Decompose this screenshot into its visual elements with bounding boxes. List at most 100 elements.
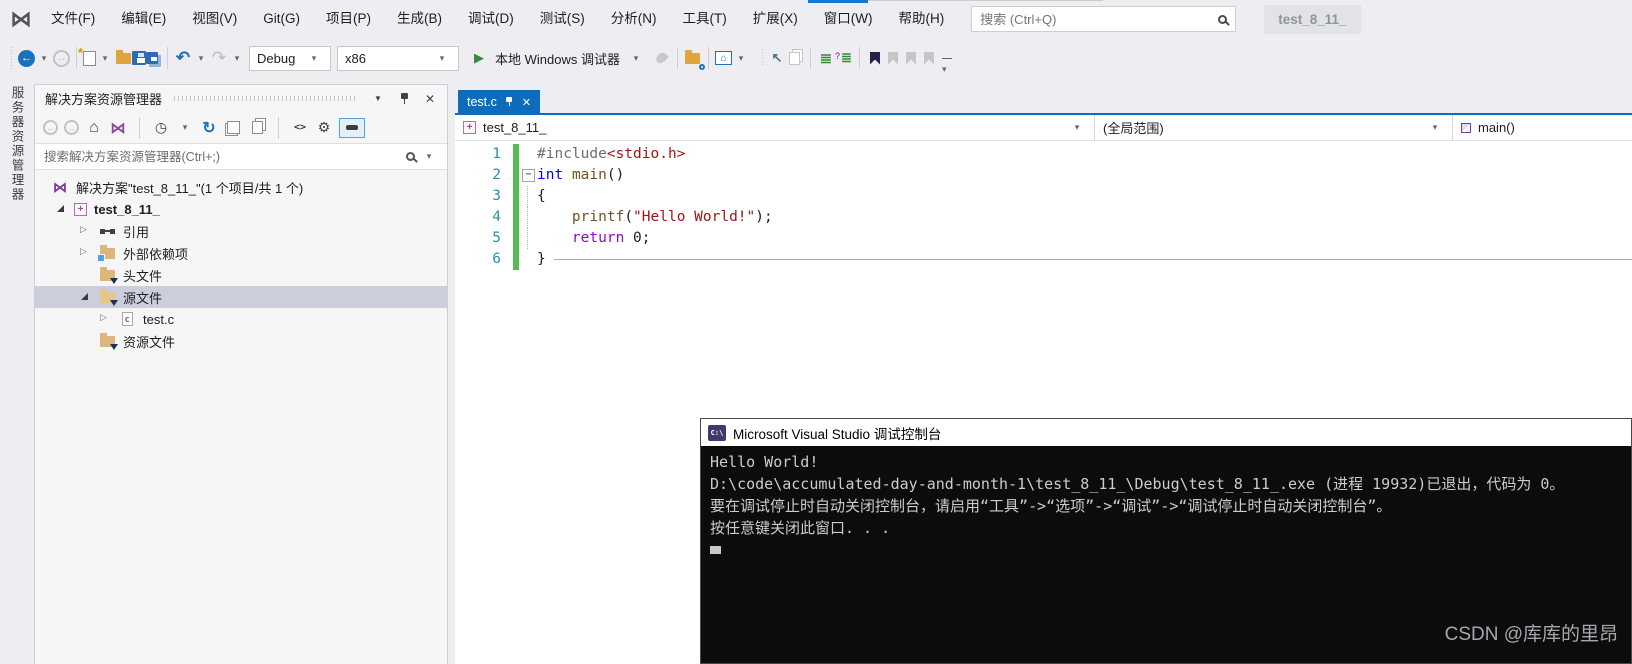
side-tool-tab[interactable]: 服务器资源管理器 — [0, 80, 34, 664]
menu-file[interactable]: 文件(F) — [38, 0, 108, 38]
tab-testc[interactable]: test.c — [458, 90, 541, 113]
expand-arrow-icon[interactable] — [55, 203, 67, 215]
menu-edit[interactable]: 编辑(E) — [108, 0, 179, 38]
tree-item-solution[interactable]: 解决方案"test_8_11_"(1 个项目/共 1 个) — [35, 176, 447, 198]
code-line[interactable]: 6} — [455, 249, 1632, 270]
solution-configuration-dropdown[interactable]: Debug — [249, 45, 331, 71]
collapse-arrow-icon[interactable] — [79, 246, 91, 259]
new-item-dropdown-icon[interactable] — [96, 49, 114, 67]
undo-icon[interactable] — [174, 49, 192, 67]
search-icon[interactable] — [1218, 14, 1228, 24]
menu-help[interactable]: 帮助(H) — [885, 0, 957, 38]
code-text[interactable]: { — [537, 186, 1632, 207]
properties-icon[interactable] — [315, 119, 333, 137]
find-in-files-icon[interactable] — [684, 49, 705, 70]
start-debugging-button[interactable]: 本地 Windows 调试器 — [470, 49, 645, 68]
menu-debug[interactable]: 调试(D) — [455, 0, 527, 38]
window-position-icon[interactable] — [369, 90, 387, 108]
code-line[interactable]: 3{ — [455, 186, 1632, 207]
code-text[interactable]: #include <stdio.h> — [537, 144, 1632, 165]
console-output[interactable]: Hello World! D:\code\accumulated-day-and… — [701, 446, 1631, 559]
next-bookmark-icon[interactable] — [902, 49, 920, 67]
home-icon[interactable] — [85, 119, 103, 137]
environment-frame-icon[interactable] — [714, 51, 732, 65]
sync-with-active-document-icon[interactable] — [339, 117, 365, 138]
forward-icon[interactable] — [64, 120, 79, 135]
back-icon[interactable] — [43, 120, 58, 135]
menu-project[interactable]: 项目(P) — [313, 0, 384, 38]
member-dropdown[interactable]: main() — [1453, 115, 1632, 140]
menu-git[interactable]: Git(G) — [250, 0, 313, 38]
collapse-region-icon[interactable] — [519, 165, 537, 186]
redo-dropdown-icon[interactable] — [228, 49, 246, 67]
menu-test[interactable]: 测试(S) — [527, 0, 598, 38]
solution-search-box[interactable] — [35, 143, 447, 170]
search-options-icon[interactable] — [420, 148, 438, 166]
pending-changes-filter-icon[interactable] — [152, 119, 170, 137]
code-text[interactable]: return 0; — [537, 228, 1632, 249]
nest-files-icon[interactable] — [224, 119, 242, 137]
menu-extensions[interactable]: 扩展(X) — [740, 0, 811, 38]
filter-dropdown-icon[interactable] — [176, 119, 194, 137]
code-line[interactable]: 1 #include <stdio.h> — [455, 144, 1632, 165]
menu-analyze[interactable]: 分析(N) — [598, 0, 670, 38]
pin-icon[interactable] — [505, 96, 514, 107]
pin-icon[interactable] — [395, 90, 413, 108]
toolbar-overflow-icon[interactable] — [938, 49, 956, 67]
tree-item-testc[interactable]: test.c — [35, 308, 447, 330]
console-title-bar[interactable]: C:\ Microsoft Visual Studio 调试控制台 — [701, 419, 1631, 446]
server-explorer-vertical-label[interactable]: 服务器资源管理器 — [8, 86, 27, 664]
collapse-arrow-icon[interactable] — [99, 312, 111, 325]
code-line[interactable]: 2 int main() — [455, 165, 1632, 186]
solution-platform-dropdown[interactable]: x86 — [337, 45, 459, 71]
menu-build[interactable]: 生成(B) — [384, 0, 455, 38]
clear-bookmarks-icon[interactable] — [920, 49, 938, 67]
close-icon[interactable] — [421, 90, 439, 108]
switch-views-icon[interactable] — [109, 119, 127, 137]
solution-search-input[interactable] — [44, 149, 401, 164]
menu-tools[interactable]: 工具(T) — [670, 0, 740, 38]
search-icon[interactable] — [406, 152, 415, 161]
navigate-forward-icon[interactable] — [53, 49, 70, 67]
navigate-back-dropdown-icon[interactable] — [35, 49, 53, 67]
new-item-icon[interactable] — [78, 45, 96, 66]
save-icon[interactable] — [132, 51, 146, 65]
code-line[interactable]: 5 return 0; — [455, 228, 1632, 249]
close-icon[interactable] — [522, 95, 531, 109]
indent-lines-icon[interactable] — [817, 49, 835, 67]
quick-search-input[interactable] — [980, 11, 1219, 27]
tree-item-source-files[interactable]: 源文件 — [35, 286, 447, 308]
tree-item-external-dependencies[interactable]: 外部依赖项 — [35, 242, 447, 264]
code-text[interactable]: int main() — [537, 165, 1632, 186]
tree-item-resource-files[interactable]: 资源文件 — [35, 330, 447, 352]
menu-view[interactable]: 视图(V) — [179, 0, 250, 38]
view-code-icon[interactable] — [291, 119, 309, 137]
code-line[interactable]: 4 printf("Hello World!"); — [455, 207, 1632, 228]
previous-bookmark-icon[interactable] — [884, 49, 902, 67]
refresh-icon[interactable] — [200, 119, 218, 137]
hot-reload-icon[interactable] — [653, 49, 671, 67]
navigate-back-icon[interactable] — [18, 49, 35, 67]
quick-search-box[interactable] — [971, 6, 1237, 32]
toolbar-grip[interactable] — [7, 47, 15, 69]
code-view[interactable]: 1#include<stdio.h>2int main()3{4 printf(… — [455, 141, 1632, 270]
tree-item-header-files[interactable]: 头文件 — [35, 264, 447, 286]
tree-item-references[interactable]: 引用 — [35, 220, 447, 242]
collapse-arrow-icon[interactable] — [79, 224, 91, 237]
chevron-down-icon[interactable] — [732, 49, 750, 67]
cursor-select-icon[interactable] — [768, 49, 786, 67]
toggle-bookmark-icon[interactable] — [866, 49, 884, 67]
open-file-icon[interactable] — [114, 49, 132, 67]
project-dropdown[interactable]: test_8_11_ — [455, 115, 1095, 140]
expand-arrow-icon[interactable] — [79, 291, 91, 303]
unindent-lines-icon[interactable] — [835, 49, 853, 67]
code-text[interactable]: } — [537, 249, 1632, 270]
solution-explorer-header[interactable]: 解决方案资源管理器 — [35, 85, 447, 112]
redo-icon[interactable] — [210, 49, 228, 67]
show-all-files-icon[interactable] — [248, 119, 266, 137]
tree-item-project[interactable]: test_8_11_ — [35, 198, 447, 220]
scope-dropdown[interactable]: (全局范围) — [1095, 115, 1453, 140]
menu-window[interactable]: 窗口(W) — [811, 0, 886, 38]
save-all-icon[interactable] — [146, 52, 158, 64]
undo-dropdown-icon[interactable] — [192, 49, 210, 67]
